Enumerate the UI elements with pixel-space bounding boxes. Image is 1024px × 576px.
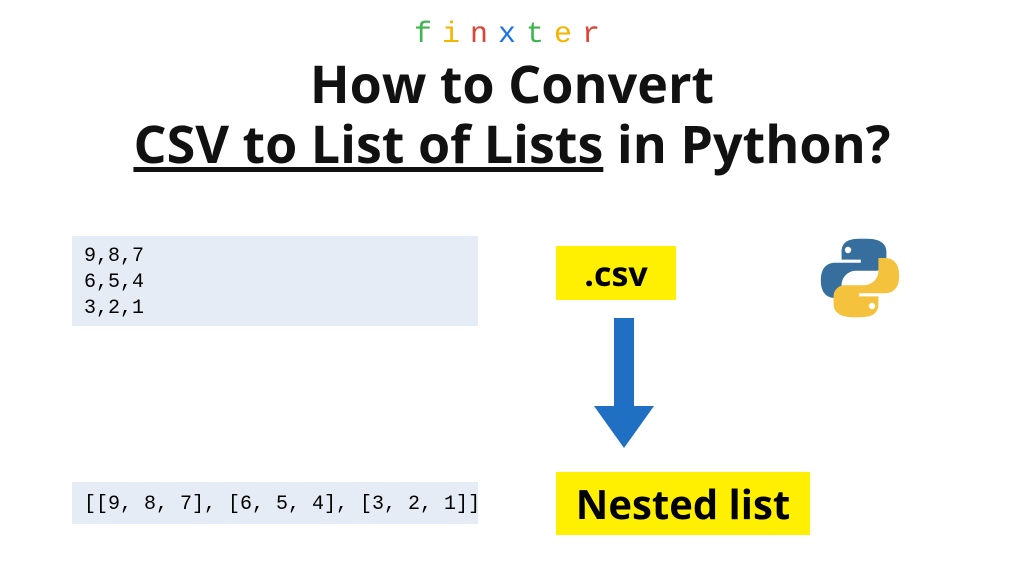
- logo-letter: t: [526, 18, 554, 52]
- nested-list-label: Nested list: [556, 472, 810, 535]
- python-logo-icon: [816, 234, 904, 322]
- logo-letter: x: [498, 18, 526, 52]
- down-arrow-icon: [604, 318, 644, 448]
- logo-letter: i: [442, 18, 470, 52]
- nested-list-content-box: [[9, 8, 7], [6, 5, 4], [3, 2, 1]]: [72, 482, 478, 524]
- logo-letter: f: [414, 18, 442, 52]
- logo-letter: e: [554, 18, 582, 52]
- csv-label: .csv: [556, 246, 676, 300]
- csv-content-box: 9,8,7 6,5,4 3,2,1: [72, 236, 478, 326]
- title-suffix: in Python?: [603, 108, 890, 179]
- brand-logo: finxter: [0, 18, 1024, 52]
- page-title: How to Convert CSV to List of Lists in P…: [0, 54, 1024, 174]
- title-underlined: CSV to List of Lists: [133, 108, 603, 179]
- logo-letter: n: [470, 18, 498, 52]
- logo-letter: r: [582, 18, 610, 52]
